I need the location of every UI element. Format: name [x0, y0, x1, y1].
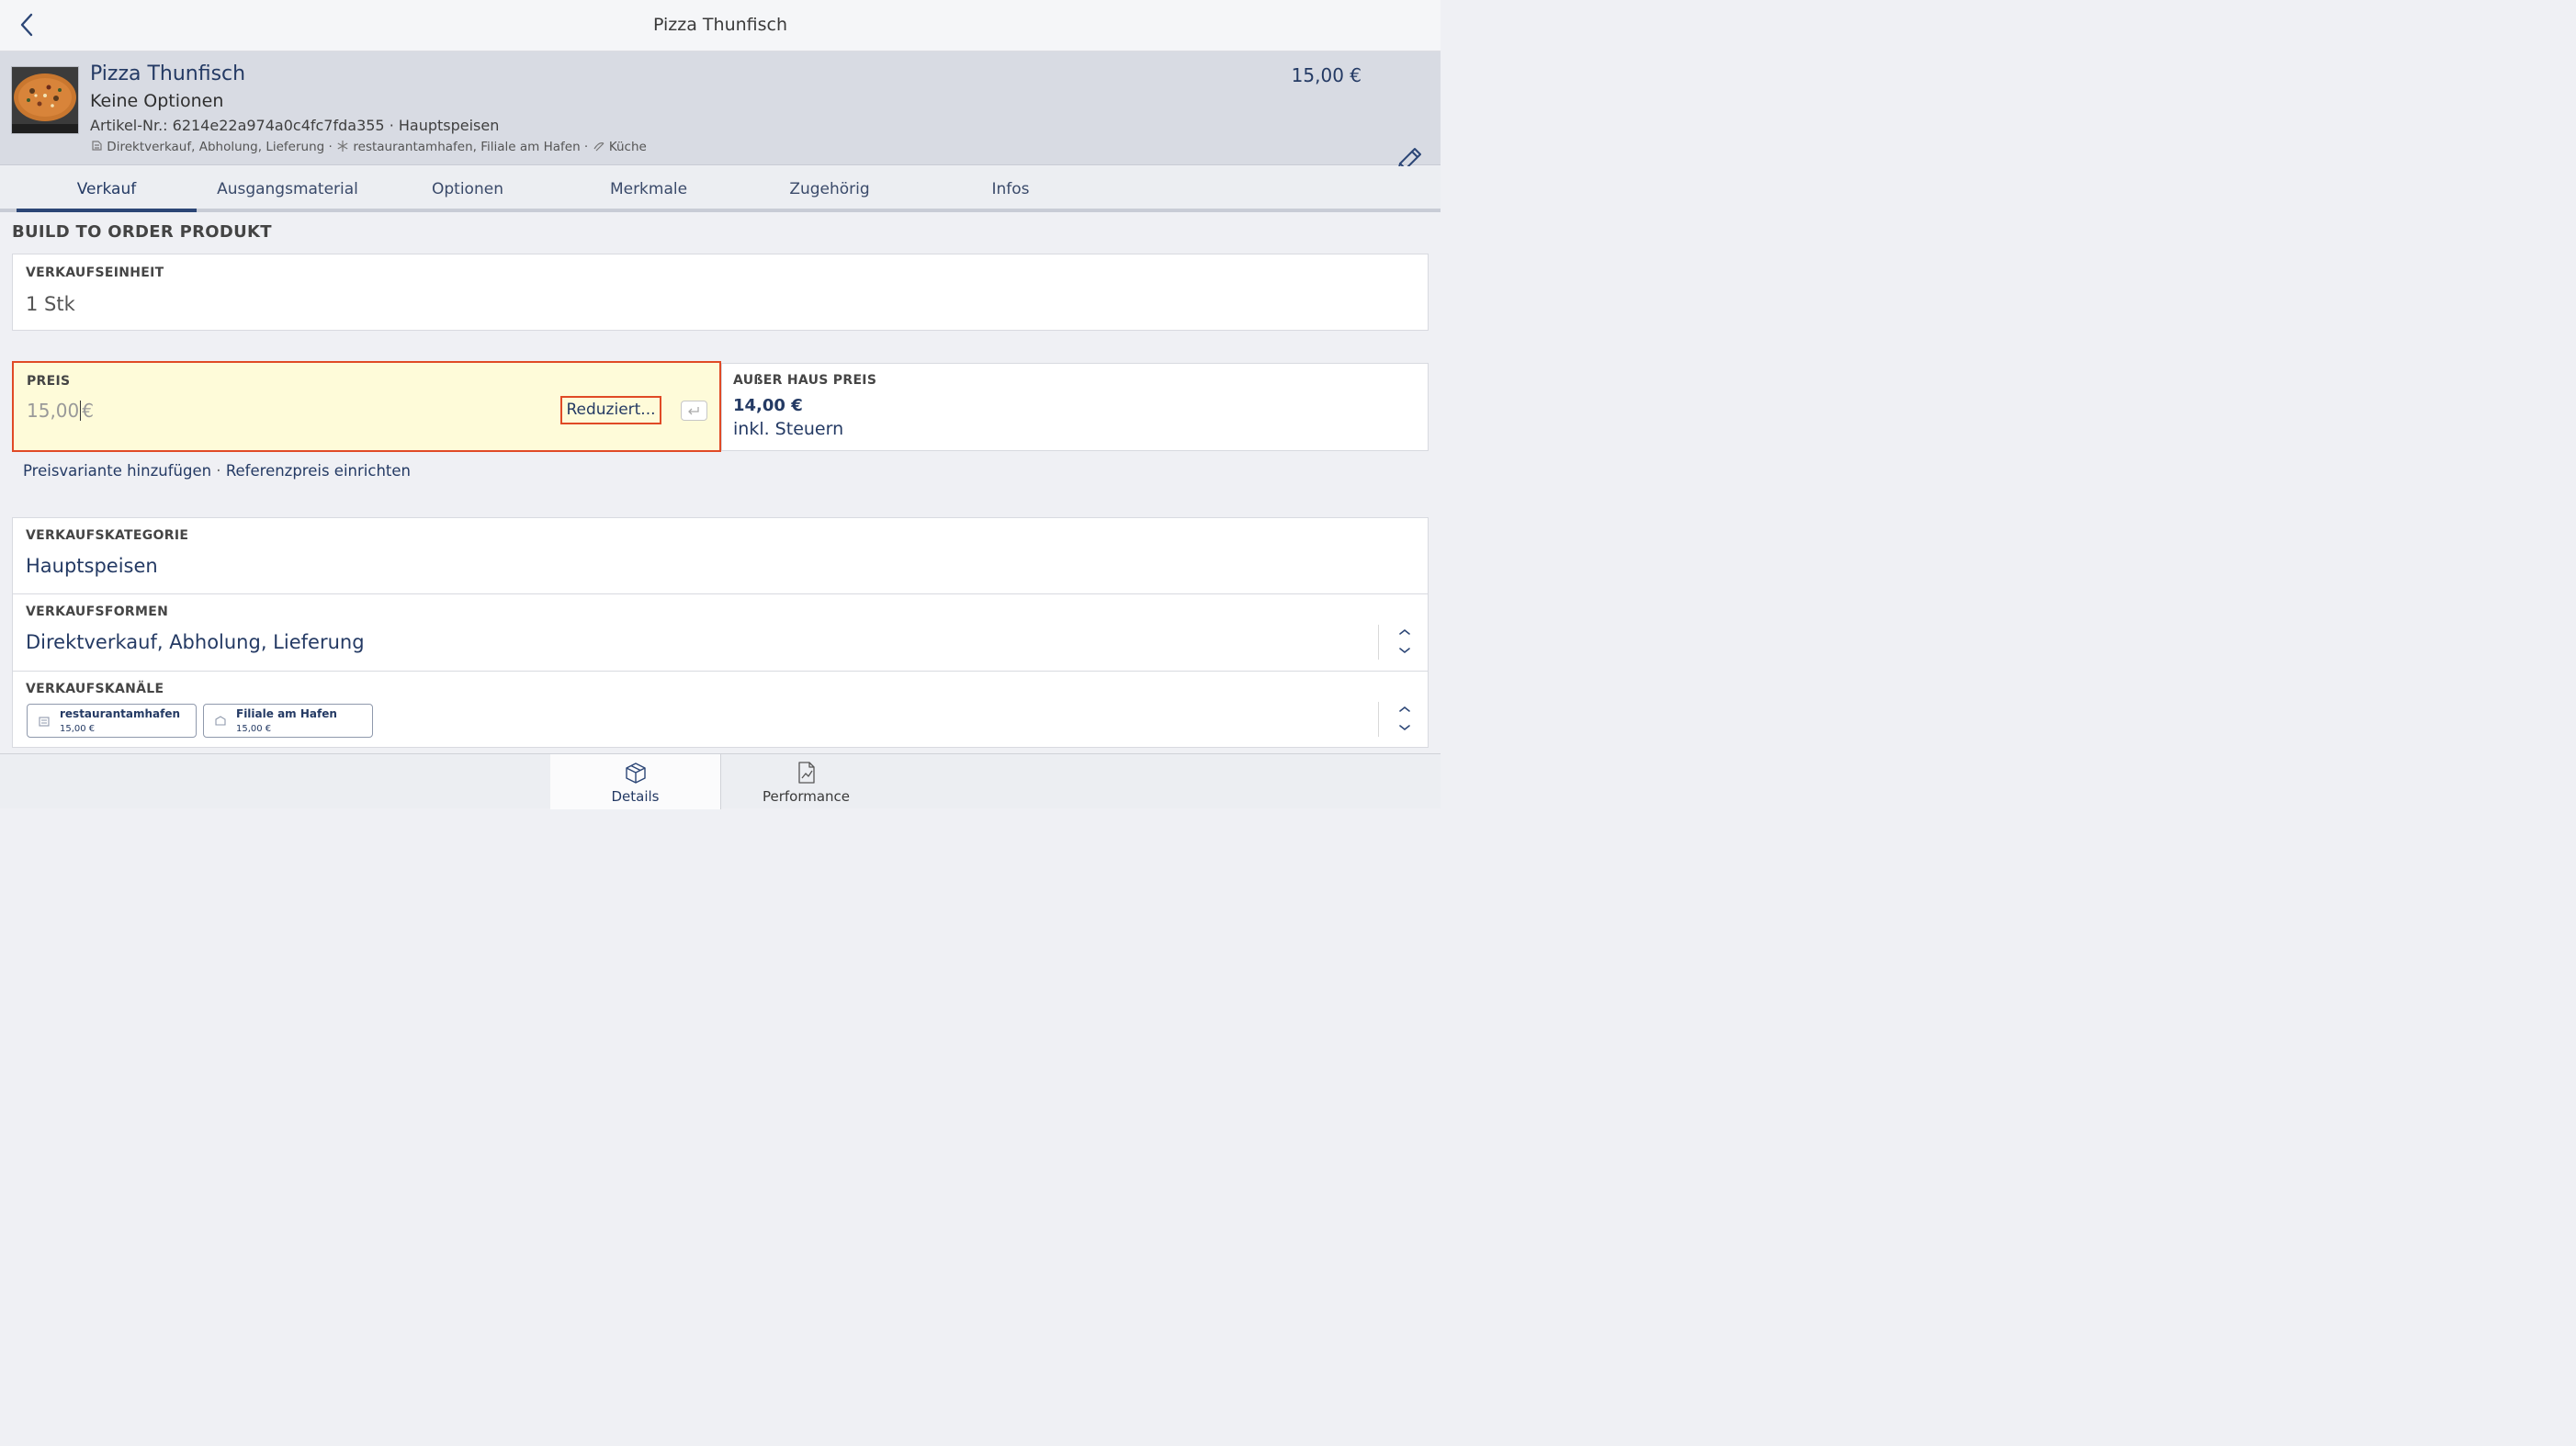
sales-category-field[interactable]: VERKAUFSKATEGORIE Hauptspeisen: [12, 517, 1429, 594]
meta-separator: ·: [580, 140, 593, 154]
sales-forms-field[interactable]: VERKAUFSFORMEN Direktverkauf, Abholung, …: [12, 594, 1429, 672]
price-field: PREIS 15,00 € Reduziert...: [12, 361, 721, 452]
takeaway-price-value: 14,00 €: [733, 396, 803, 415]
tab-verkauf[interactable]: Verkauf: [17, 166, 197, 209]
tab-optionen[interactable]: Optionen: [378, 166, 558, 209]
chart-document-icon: [798, 762, 815, 784]
sales-channels-label: VERKAUFSKANÄLE: [26, 682, 164, 696]
channel-name: restaurantamhafen: [60, 707, 181, 720]
chevron-up-down-icon: [1399, 706, 1410, 731]
sales-unit-label: VERKAUFSEINHEIT: [26, 265, 164, 280]
bottom-tab-performance[interactable]: Performance: [721, 754, 891, 809]
channel-chip[interactable]: restaurantamhafen 15,00 €: [27, 704, 197, 738]
channel-name: Filiale am Hafen: [236, 707, 337, 720]
meta-channels: restaurantamhafen, Filiale am Hafen: [353, 140, 581, 154]
bottom-tab-details-label: Details: [611, 788, 660, 805]
product-options: Keine Optionen: [90, 91, 224, 111]
page-title: Pizza Thunfisch: [652, 15, 788, 35]
section-title: BUILD TO ORDER PRODUKT: [12, 222, 272, 242]
sales-forms-value: Direktverkauf, Abholung, Lieferung: [26, 631, 365, 653]
tab-zugehoerig[interactable]: Zugehörig: [740, 166, 920, 209]
reduced-button[interactable]: Reduziert...: [560, 396, 661, 424]
kitchen-icon: [593, 142, 604, 152]
product-meta: Direktverkauf, Abholung, Lieferung · res…: [90, 140, 647, 154]
link-separator: ·: [211, 462, 226, 480]
channel-chip[interactable]: Filiale am Hafen 15,00 €: [203, 704, 373, 738]
product-header: Pizza Thunfisch Keine Optionen Artikel-N…: [0, 51, 1441, 172]
price-label: PREIS: [27, 374, 71, 389]
chevron-up-down-icon: [1399, 628, 1410, 654]
tab-infos[interactable]: Infos: [921, 166, 1101, 209]
sales-category-label: VERKAUFSKATEGORIE: [26, 528, 189, 543]
meta-forms: Direktverkauf, Abholung, Lieferung: [107, 140, 325, 154]
product-name: Pizza Thunfisch: [90, 62, 246, 85]
takeaway-price-label: AUßER HAUS PREIS: [733, 373, 877, 388]
sales-channels-stepper[interactable]: [1378, 702, 1429, 737]
active-tab-indicator: [17, 209, 197, 212]
sales-forms-label: VERKAUFSFORMEN: [26, 604, 169, 619]
price-value: 15,00: [27, 400, 80, 422]
tab-ausgangsmaterial[interactable]: Ausgangsmaterial: [198, 166, 378, 209]
tab-bar: Verkauf Ausgangsmaterial Optionen Merkma…: [0, 166, 1441, 212]
reference-price-link[interactable]: Referenzpreis einrichten: [226, 462, 411, 480]
sales-forms-stepper[interactable]: [1378, 625, 1429, 660]
product-image: [11, 66, 79, 134]
sales-unit-value: 1 Stk: [26, 293, 75, 315]
sales-unit-field[interactable]: VERKAUFSEINHEIT 1 Stk: [12, 254, 1429, 331]
navigation-bar: Pizza Thunfisch: [0, 0, 1441, 51]
channel-price: 15,00 €: [60, 724, 96, 734]
product-price: 15,00 €: [1291, 64, 1361, 86]
add-price-variant-link[interactable]: Preisvariante hinzufügen: [23, 462, 211, 480]
takeaway-price-field: AUßER HAUS PREIS 14,00 € inkl. Steuern: [721, 363, 1429, 451]
bottom-tab-performance-label: Performance: [762, 788, 851, 805]
price-input[interactable]: 15,00 €: [27, 400, 210, 422]
meta-kitchen: Küche: [608, 140, 647, 154]
sales-category-value: Hauptspeisen: [26, 555, 158, 577]
price-currency: €: [82, 400, 94, 422]
sales-channels-field: VERKAUFSKANÄLE restaurantamhafen 15,00 €…: [12, 672, 1429, 748]
price-links: Preisvariante hinzufügen · Referenzpreis…: [23, 462, 411, 480]
sales-forms-icon: [92, 141, 102, 151]
meta-separator: ·: [324, 140, 337, 154]
tab-merkmale[interactable]: Merkmale: [559, 166, 739, 209]
bottom-tab-bar: Details Performance: [0, 753, 1441, 809]
channel-price: 15,00 €: [236, 724, 272, 734]
snowflake-icon: [337, 141, 348, 152]
enter-button[interactable]: [681, 401, 707, 421]
box-icon: [626, 763, 646, 784]
bottom-tab-details[interactable]: Details: [550, 754, 720, 809]
return-icon: [688, 407, 699, 415]
article-number: Artikel-Nr.: 6214e22a974a0c4fc7fda355 · …: [90, 117, 500, 134]
branch-icon: [215, 716, 226, 726]
store-icon: [39, 717, 50, 727]
takeaway-price-note: inkl. Steuern: [733, 419, 844, 439]
